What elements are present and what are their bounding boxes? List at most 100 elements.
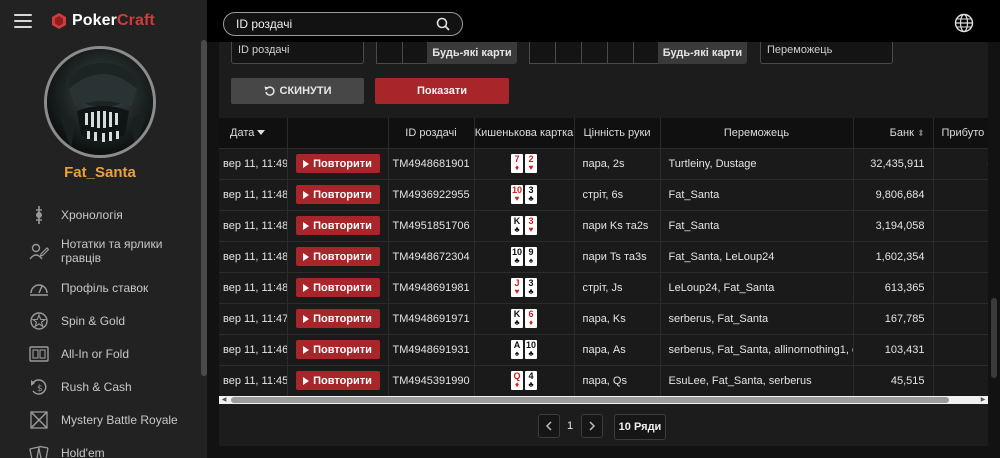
col-header-profit[interactable]: Прибуто (933, 118, 988, 148)
hamburger-menu-icon[interactable] (14, 14, 32, 28)
globe-icon[interactable] (954, 13, 974, 33)
hands-table: Дата ID роздачі Кишенькова картка Цінніс… (219, 118, 988, 396)
replay-button[interactable]: Повторити (295, 185, 380, 204)
table-row[interactable]: вер 11, 11:49 Повторити TM4948681901 7 ♦ 2 ♥ па… (219, 147, 988, 179)
any-cards-toggle-1[interactable]: Будь-які карти (427, 42, 517, 64)
search-box[interactable] (223, 12, 463, 36)
cell-hand-value: пара, As (574, 333, 661, 365)
col-header-pocket-cards[interactable]: Кишенькова картка (474, 118, 575, 148)
sidebar-item-holdem[interactable]: Hold'em (0, 436, 200, 458)
sidebar-item-label: All-In or Fold (61, 346, 130, 361)
table-row[interactable]: вер 11, 11:46 Повторити TM4948691931 A ♠ 10 ♣ п… (219, 333, 988, 365)
cell-hand-id[interactable]: TM4948691931 (388, 333, 475, 365)
sidebar-item-all-in-fold[interactable]: All-In or Fold (0, 337, 200, 370)
card-suit: ♦ (528, 318, 534, 327)
card-suit: ♠ (528, 256, 534, 265)
current-page[interactable]: 1 (560, 414, 580, 438)
play-icon (303, 221, 310, 230)
sidebar-item-rush-cash[interactable]: $ Rush & Cash (0, 370, 200, 403)
cell-hand-id[interactable]: TM4948681901 (388, 147, 475, 179)
replay-button[interactable]: Повторити (295, 216, 380, 235)
search-icon[interactable] (436, 17, 450, 31)
cell-hand-id[interactable]: TM4948691971 (388, 302, 475, 334)
col-header-winner[interactable]: Переможець (660, 118, 854, 148)
col-header-date[interactable]: Дата (219, 118, 288, 148)
topbar (207, 0, 1000, 42)
cell-hand-id[interactable]: TM4948672304 (388, 240, 475, 272)
playing-card: 7 ♦ (511, 154, 523, 173)
cell-bank: 167,785 (853, 302, 934, 334)
winner-filter[interactable]: Переможець (760, 42, 893, 64)
play-icon (303, 252, 310, 261)
cell-bank: 1,602,354 (853, 240, 934, 272)
table-row[interactable]: вер 11, 11:48 Повторити TM4936922955 10 ♥ 3 ♣ с… (219, 178, 988, 210)
replay-button[interactable]: Повторити (295, 154, 380, 173)
cell-date: вер 11, 11:49 (219, 147, 288, 179)
scroll-left-arrow-icon[interactable]: ◀ (219, 396, 229, 404)
pocket-card-slot-1[interactable] (376, 42, 403, 64)
cell-winner: LeLoup24, Fat_Santa (660, 271, 854, 303)
replay-label: Повторити (313, 312, 372, 325)
board-card-slot-5[interactable] (633, 42, 660, 64)
replay-button[interactable]: Повторити (295, 371, 380, 391)
cell-winner: serberus, Fat_Santa (660, 302, 854, 334)
col-header-hand-value[interactable]: Цінність руки (574, 118, 661, 148)
reset-icon (264, 86, 275, 96)
cell-hand-value: пара, Ks (574, 302, 661, 334)
cell-bank: 45,515 (853, 364, 934, 396)
table-row[interactable]: вер 11, 11:47 Повторити TM4948691971 K ♣ 6 ♦ па… (219, 302, 988, 334)
cell-profit: 9 (933, 302, 988, 334)
show-button[interactable]: Показати (375, 78, 509, 104)
cell-hand-id[interactable]: TM4936922955 (388, 178, 475, 210)
search-input[interactable] (236, 17, 436, 31)
reset-button[interactable]: СКИНУТИ (231, 78, 364, 104)
replay-button[interactable]: Повторити (295, 247, 380, 266)
board-card-slot-3[interactable] (581, 42, 608, 64)
avatar[interactable] (44, 46, 156, 158)
prev-page-button[interactable] (538, 414, 560, 438)
table-row[interactable]: вер 11, 11:48 Повторити TM4951851706 K ♣ 3 ♥ па… (219, 209, 988, 241)
scroll-right-arrow-icon[interactable]: ▶ (978, 396, 988, 404)
playing-card: K ♣ (511, 309, 523, 328)
sidebar-item-timeline[interactable]: Хронологія (0, 198, 200, 231)
horizontal-scrollbar[interactable]: ◀ ▶ (219, 396, 988, 404)
chevron-left-icon (545, 421, 552, 431)
cell-hand-id[interactable]: TM4948691981 (388, 271, 475, 303)
sidebar-item-bet-profile[interactable]: Профіль ставок (0, 271, 200, 304)
cell-profit: 15 (933, 271, 988, 303)
cell-date: вер 11, 11:45 (219, 364, 288, 396)
card-suit: ♦ (514, 380, 520, 390)
replay-button[interactable]: Повторити (295, 309, 380, 328)
app-logo[interactable]: PokerCraft (52, 12, 155, 30)
col-header-hand-id[interactable]: ID роздачі (388, 118, 475, 148)
any-cards-toggle-2[interactable]: Будь-які карти (658, 42, 747, 64)
page-scrollbar[interactable] (991, 298, 997, 378)
table-row[interactable]: вер 11, 11:48 Повторити TM4948691981 J ♥ 3 ♣ ст… (219, 271, 988, 303)
board-card-slot-4[interactable] (607, 42, 634, 64)
sidebar-item-mystery-battle[interactable]: Mystery Battle Royale (0, 403, 200, 436)
sidebar-scrollbar[interactable] (201, 40, 207, 376)
table-row[interactable]: вер 11, 11:45 Повторити TM4945391990 Q ♦ 4 ♣ па… (219, 364, 988, 396)
spin-gold-icon (28, 310, 50, 332)
table-row[interactable]: вер 11, 11:48 Повторити TM4948672304 10 ♣ 9 ♠ п… (219, 240, 988, 272)
cell-hand-id[interactable]: TM4951851706 (388, 209, 475, 241)
replay-button[interactable]: Повторити (295, 278, 380, 297)
hand-id-filter[interactable]: ID роздачі (231, 42, 364, 64)
cell-actions: Повторити (287, 147, 389, 179)
cell-profit: 2,23 (933, 209, 988, 241)
col-header-bank[interactable]: Банк ⬍ (853, 118, 934, 148)
rows-per-page-select[interactable]: 10 Ряди (614, 414, 666, 440)
pocket-card-slot-2[interactable] (402, 42, 429, 64)
cell-bank: 103,431 (853, 333, 934, 365)
cell-hand-id[interactable]: TM4945391990 (388, 364, 475, 396)
sidebar-item-notes[interactable]: Нотатки та ярлики гравців (0, 231, 200, 271)
sidebar-item-label: Mystery Battle Royale (61, 412, 178, 427)
replay-button[interactable]: Повторити (295, 340, 380, 359)
cell-profit: 6,37 (933, 178, 988, 210)
board-card-slot-1[interactable] (529, 42, 556, 64)
card-suit: ♦ (514, 163, 520, 172)
sidebar-item-spin-gold[interactable]: Spin & Gold (0, 304, 200, 337)
scrollbar-thumb[interactable] (231, 397, 949, 403)
next-page-button[interactable] (581, 414, 603, 438)
board-card-slot-2[interactable] (555, 42, 582, 64)
